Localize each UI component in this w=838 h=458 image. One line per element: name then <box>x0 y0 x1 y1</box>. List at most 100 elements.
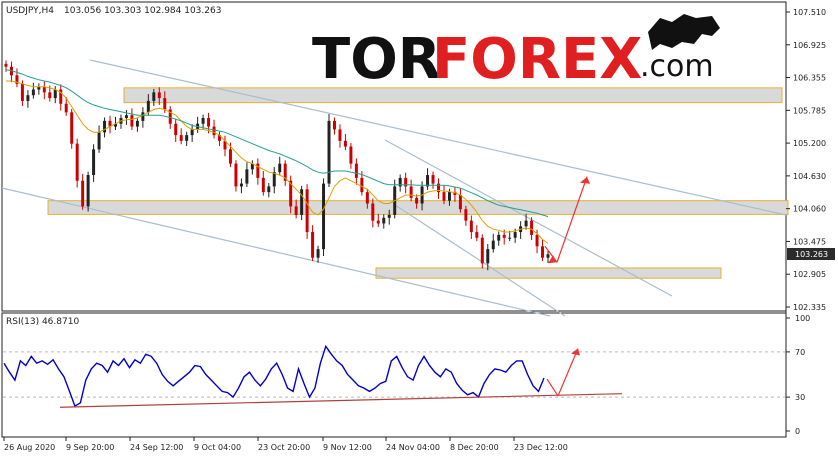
candle-body <box>431 175 435 184</box>
candle-body <box>338 129 342 141</box>
candle-body <box>234 163 238 187</box>
time-tick-label: 24 Nov 04:00 <box>386 443 440 452</box>
candle-body <box>267 186 271 193</box>
candle-body <box>442 192 446 201</box>
candle-body <box>371 203 375 221</box>
candle-body <box>135 120 139 127</box>
time-tick-label: 8 Dec 20:00 <box>450 443 499 452</box>
rsi-tick-label: 70 <box>795 348 805 357</box>
price-axis: 107.510 106.925 106.355 105.785 105.200 104.6… <box>786 8 826 312</box>
candle-body <box>75 143 79 181</box>
candle-body <box>426 175 430 187</box>
candle-body <box>245 169 249 184</box>
price-chart[interactable]: TOR FOREX .com USDJPY,H4 103.056 103.303… <box>0 0 838 458</box>
candle-body <box>349 146 353 164</box>
logo-part-tor: TOR <box>312 27 441 92</box>
candle-body <box>486 249 490 264</box>
current-price-label: 103.263 <box>795 250 828 259</box>
candle-body <box>480 237 484 264</box>
candle-body <box>294 206 298 215</box>
time-tick-label: 23 Dec 12:00 <box>514 443 568 452</box>
rsi-tick-label: 100 <box>795 314 810 323</box>
rsi-pane <box>1 312 787 438</box>
candle-body <box>475 232 479 238</box>
time-tick-label: 26 Aug 2020 <box>4 443 55 452</box>
candle-body <box>261 177 265 193</box>
candle-body <box>327 120 331 184</box>
candle-body <box>469 220 473 233</box>
candle-body <box>97 132 101 150</box>
time-tick-label: 9 Oct 04:00 <box>194 443 241 452</box>
candle-body <box>20 83 24 101</box>
candle-body <box>239 183 243 187</box>
candle-body <box>409 186 413 198</box>
candle-body <box>146 100 150 113</box>
candle-body <box>502 234 506 238</box>
candle-body <box>201 118 205 124</box>
candle-body <box>31 89 35 96</box>
candle-body <box>311 232 315 258</box>
candle-body <box>541 246 545 258</box>
candle-body <box>365 192 369 204</box>
time-tick-label: 9 Sep 20:00 <box>66 443 114 452</box>
candle-body <box>278 163 282 173</box>
candle-body <box>343 140 347 147</box>
candle-body <box>174 123 178 136</box>
candle-body <box>103 120 107 133</box>
candle-body <box>464 209 468 221</box>
candle-body <box>458 194 462 210</box>
header-symbol: USDJPY,H4 <box>6 6 54 16</box>
chart-window: TOR FOREX .com USDJPY,H4 103.056 103.303… <box>0 0 838 458</box>
price-tick-label: 102.335 <box>793 303 826 312</box>
candle-body <box>447 192 451 201</box>
candle-body <box>157 92 161 99</box>
candle-body <box>124 115 128 119</box>
candle-body <box>316 249 320 258</box>
price-tick-label: 103.475 <box>793 237 826 246</box>
price-tick-label: 105.785 <box>793 106 826 115</box>
rsi-tick-label: 30 <box>795 393 805 402</box>
time-tick-label: 9 Nov 12:00 <box>323 443 372 452</box>
sr-zone <box>375 267 722 279</box>
candle-body <box>354 163 358 178</box>
candle-body <box>332 120 336 130</box>
candle-body <box>491 240 495 250</box>
candle-body <box>141 112 145 121</box>
candle-body <box>322 183 326 250</box>
header-ohlc: 103.056 103.303 102.984 103.263 <box>64 6 221 16</box>
candle-body <box>415 197 419 204</box>
candle-body <box>207 118 211 127</box>
candle-body <box>92 149 96 176</box>
logo-part-forex: FOREX <box>432 27 642 92</box>
candle-body <box>26 95 30 101</box>
price-tick-label: 102.905 <box>793 270 826 279</box>
candle-body <box>513 232 517 238</box>
candle-body <box>305 189 309 233</box>
candle-body <box>190 129 194 136</box>
candle-body <box>382 217 386 224</box>
candle-body <box>70 112 74 144</box>
candle-body <box>376 220 380 224</box>
time-tick-label: 23 Oct 20:00 <box>258 443 310 452</box>
price-tick-label: 104.060 <box>793 205 826 214</box>
candle-body <box>228 149 232 164</box>
time-tick-label: 24 Sep 12:00 <box>130 443 183 452</box>
candle-body <box>4 63 8 67</box>
candle-body <box>86 175 90 207</box>
candle-body <box>497 234 501 241</box>
candle-body <box>53 89 57 99</box>
rsi-tick-label: 0 <box>795 427 800 436</box>
candle-body <box>300 189 304 215</box>
price-tick-label: 107.510 <box>793 8 826 17</box>
rsi-label: RSI(13) 46.8710 <box>6 317 79 327</box>
candle-body <box>64 103 68 113</box>
candle-body <box>179 135 183 141</box>
time-axis: 26 Aug 2020 9 Sep 20:00 24 Sep 12:00 9 Oct … <box>3 437 568 452</box>
candle-body <box>535 234 539 247</box>
candle-body <box>163 98 167 110</box>
price-tick-label: 105.200 <box>793 139 826 148</box>
logo-part-com: .com <box>640 49 714 84</box>
candle-body <box>130 115 134 127</box>
candle-body <box>212 126 216 136</box>
candle-body <box>546 254 550 258</box>
